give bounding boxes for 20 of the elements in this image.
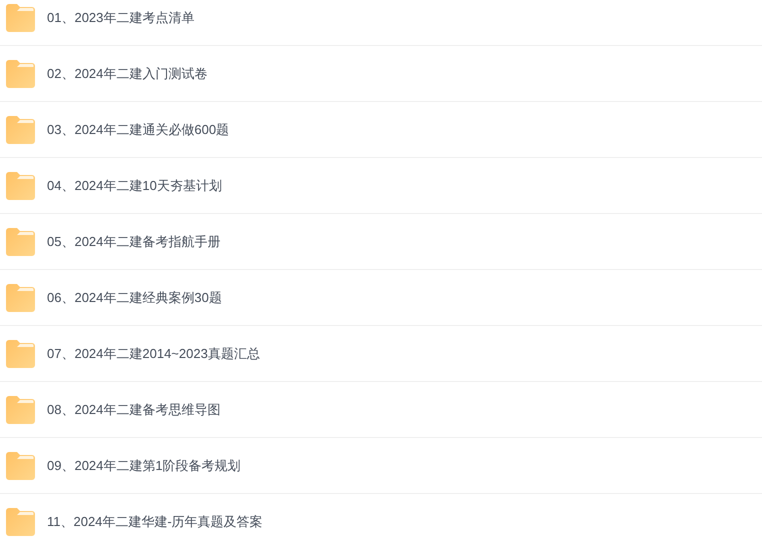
folder-icon (6, 116, 35, 144)
folder-name[interactable]: 04、2024年二建10天夯基计划 (47, 176, 222, 194)
folder-icon (6, 396, 35, 424)
folder-name[interactable]: 09、2024年二建第1阶段备考规划 (47, 456, 241, 474)
folder-icon (6, 452, 35, 480)
folder-name[interactable]: 11、2024年二建华建-历年真题及答案 (47, 512, 263, 530)
folder-name[interactable]: 03、2024年二建通关必做600题 (47, 120, 230, 138)
folder-icon (6, 340, 35, 368)
folder-icon (6, 284, 35, 312)
folder-name[interactable]: 05、2024年二建备考指航手册 (47, 232, 220, 250)
folder-icon (6, 172, 35, 200)
folder-name[interactable]: 06、2024年二建经典案例30题 (47, 288, 222, 306)
folder-name[interactable]: 01、2023年二建考点清单 (47, 8, 194, 26)
folder-icon (6, 4, 35, 32)
folder-icon (6, 60, 35, 88)
folder-name[interactable]: 02、2024年二建入门测试卷 (47, 64, 208, 82)
folder-name[interactable]: 08、2024年二建备考思维导图 (47, 400, 220, 418)
folder-name[interactable]: 07、2024年二建2014~2023真题汇总 (47, 344, 260, 362)
folder-icon (6, 508, 35, 536)
folder-icon (6, 228, 35, 256)
